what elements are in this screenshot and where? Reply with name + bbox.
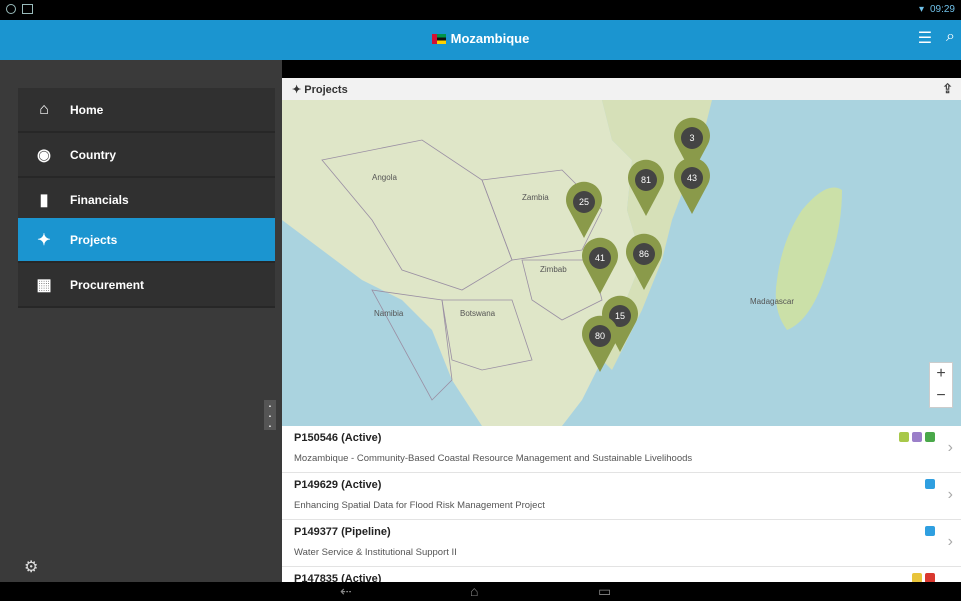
land-madagascar — [775, 187, 842, 330]
home-icon: ⌂ — [39, 100, 49, 118]
svg-text:3: 3 — [689, 133, 694, 143]
sector-badges — [899, 432, 935, 442]
list-view-icon[interactable]: ☰ — [918, 28, 932, 48]
sidebar-item-financials[interactable]: ▮ Financials — [18, 178, 275, 223]
list-item[interactable]: P147835 (Active) — [282, 567, 961, 582]
pin-icon: ✦ — [37, 231, 51, 249]
sidebar-item-projects[interactable]: ✦ Projects — [18, 218, 275, 263]
back-icon[interactable]: ⇠ — [340, 583, 352, 600]
sidebar: ⌂ Home ◉ Country ▮ Financials ✦ Projects… — [0, 60, 282, 582]
wifi-icon: ▾ — [918, 4, 924, 15]
recents-icon[interactable]: ▭ — [598, 583, 611, 600]
sector-badges — [925, 479, 935, 489]
project-title: Enhancing Spatial Data for Flood Risk Ma… — [294, 500, 545, 511]
project-id: P150546 (Active) — [294, 432, 382, 444]
project-id: P149629 (Active) — [294, 479, 382, 491]
list-item[interactable]: P149629 (Active) Enhancing Spatial Data … — [282, 473, 961, 520]
screenshot-icon — [22, 4, 33, 14]
map-canvas: Angola Zambia Zimbab Namibia Botswana Ma… — [282, 100, 842, 426]
svg-text:15: 15 — [615, 311, 625, 321]
label-angola: Angola — [372, 173, 397, 182]
status-bar: ▾ 09:29 — [0, 0, 961, 20]
svg-text:41: 41 — [595, 253, 605, 263]
project-title: Water Service & Institutional Support II — [294, 547, 457, 558]
svg-text:86: 86 — [639, 249, 649, 259]
project-id: P147835 (Active) — [294, 573, 382, 582]
sidebar-item-home[interactable]: ⌂ Home — [18, 88, 275, 133]
chevron-right-icon: › — [947, 439, 953, 456]
share-icon[interactable]: ⇪ — [942, 81, 953, 97]
sector-badge — [925, 479, 935, 489]
sector-badge — [925, 526, 935, 536]
gear-icon[interactable]: ⚙ — [24, 557, 38, 577]
panel-title: ✦ Projects — [292, 84, 348, 96]
compass-icon: ◉ — [37, 146, 51, 164]
label-zimbabwe: Zimbab — [540, 265, 567, 274]
chevron-right-icon: › — [947, 486, 953, 503]
label-botswana: Botswana — [460, 309, 496, 318]
sidebar-item-procurement[interactable]: ▦ Procurement — [18, 263, 275, 308]
sector-badge — [912, 432, 922, 442]
zoom-in-button[interactable]: + — [930, 363, 952, 385]
sector-badge — [912, 573, 922, 582]
label-madagascar: Madagascar — [750, 297, 794, 306]
app-bar: Mozambique ☰ ⌕ — [0, 20, 961, 60]
sidebar-item-country[interactable]: ◉ Country — [18, 133, 275, 178]
calendar-icon: ▦ — [36, 276, 52, 294]
notification-icon — [6, 4, 16, 14]
system-nav-bar: ⇠ ⌂ ▭ — [0, 582, 961, 601]
app-title: Mozambique — [0, 31, 961, 46]
project-title: Mozambique - Community-Based Coastal Res… — [294, 453, 693, 464]
label-zambia: Zambia — [522, 193, 549, 202]
svg-text:80: 80 — [595, 331, 605, 341]
sector-badge — [899, 432, 909, 442]
cluster-marker[interactable]: 43 — [674, 157, 710, 214]
svg-text:81: 81 — [641, 175, 651, 185]
search-icon[interactable]: ⌕ — [946, 28, 955, 48]
zoom-controls: + − — [929, 362, 953, 408]
sidebar-handle[interactable]: · · · — [264, 398, 276, 432]
home-button-icon[interactable]: ⌂ — [470, 583, 478, 599]
project-id: P149377 (Pipeline) — [294, 526, 391, 538]
list-item[interactable]: P150546 (Active) Mozambique - Community-… — [282, 426, 961, 473]
map-view[interactable]: Angola Zambia Zimbab Namibia Botswana Ma… — [282, 100, 961, 426]
svg-text:43: 43 — [687, 173, 697, 183]
panel-header: ✦ Projects ⇪ — [282, 78, 961, 101]
zoom-out-button[interactable]: − — [930, 385, 952, 407]
svg-text:25: 25 — [579, 197, 589, 207]
sector-badge — [925, 573, 935, 582]
bar-chart-icon: ▮ — [39, 191, 49, 209]
clock: 09:29 — [929, 4, 955, 15]
sector-badge — [925, 432, 935, 442]
label-namibia: Namibia — [374, 309, 404, 318]
sector-badges — [912, 573, 935, 582]
flag-icon — [431, 34, 446, 44]
project-list: P150546 (Active) Mozambique - Community-… — [282, 426, 961, 582]
chevron-right-icon: › — [947, 533, 953, 550]
sector-badges — [925, 526, 935, 536]
list-item[interactable]: P149377 (Pipeline) Water Service & Insti… — [282, 520, 961, 567]
